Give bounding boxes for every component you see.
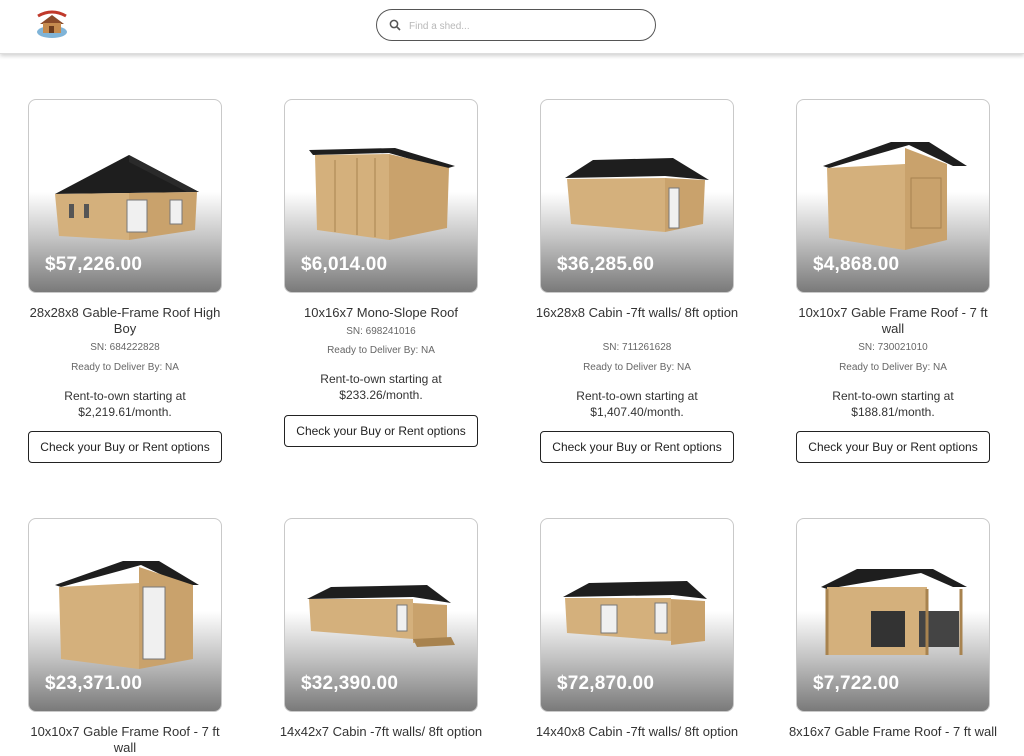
search-icon <box>389 19 401 31</box>
product-price: $6,014.00 <box>301 254 388 275</box>
product-title[interactable]: 10x10x7 Gable Frame Roof - 7 ft wall <box>788 305 998 337</box>
product-price: $72,870.00 <box>557 673 655 694</box>
buy-rent-options-button[interactable]: Check your Buy or Rent options <box>540 431 734 463</box>
product-image[interactable]: $72,870.00 <box>540 518 734 712</box>
product-price: $4,868.00 <box>813 254 900 275</box>
product-image[interactable]: $23,371.00 <box>28 518 222 712</box>
site-logo[interactable] <box>34 8 70 40</box>
product-image[interactable]: $4,868.00 <box>796 99 990 293</box>
header <box>0 0 1024 54</box>
product-price: $36,285.60 <box>557 254 655 275</box>
product-image[interactable]: $32,390.00 <box>284 518 478 712</box>
product-price: $23,371.00 <box>45 673 143 694</box>
product-price: $7,722.00 <box>813 673 900 694</box>
rent-to-own-text: Rent-to-own starting at $2,219.61/month. <box>64 389 186 419</box>
buy-rent-options-button[interactable]: Check your Buy or Rent options <box>28 431 222 463</box>
product-price: $57,226.00 <box>45 254 143 275</box>
product-image[interactable]: $36,285.60 <box>540 99 734 293</box>
buy-rent-options-button[interactable]: Check your Buy or Rent options <box>796 431 990 463</box>
product-title[interactable]: 10x10x7 Gable Frame Roof - 7 ft wall <box>20 724 230 756</box>
serial-number: SN: 698241016 <box>346 326 416 337</box>
product-title[interactable]: 14x42x7 Cabin -7ft walls/ 8ft option <box>276 724 486 740</box>
product-title[interactable]: 14x40x8 Cabin -7ft walls/ 8ft option <box>532 724 742 740</box>
delivery-status: Ready to Deliver By: NA <box>583 362 691 373</box>
product-grid: $57,226.00 28x28x8 Gable-Frame Roof High… <box>0 54 1024 755</box>
rent-to-own-text: Rent-to-own starting at $1,407.40/month. <box>576 389 698 419</box>
serial-number: SN: 730021010 <box>858 342 928 353</box>
delivery-status: Ready to Deliver By: NA <box>71 362 179 373</box>
product-image[interactable]: $57,226.00 <box>28 99 222 293</box>
buy-rent-options-button[interactable]: Check your Buy or Rent options <box>284 415 478 447</box>
product-title[interactable]: 28x28x8 Gable-Frame Roof High Boy <box>20 305 230 337</box>
delivery-status: Ready to Deliver By: NA <box>839 362 947 373</box>
delivery-status: Ready to Deliver By: NA <box>327 345 435 356</box>
rent-to-own-text: Rent-to-own starting at $188.81/month. <box>832 389 954 419</box>
product-image[interactable]: $6,014.00 <box>284 99 478 293</box>
serial-number: SN: 684222828 <box>90 342 160 353</box>
product-title[interactable]: 8x16x7 Gable Frame Roof - 7 ft wall <box>788 724 998 740</box>
product-price: $32,390.00 <box>301 673 399 694</box>
product-title[interactable]: 16x28x8 Cabin -7ft walls/ 8ft option <box>532 305 742 321</box>
product-image[interactable]: $7,722.00 <box>796 518 990 712</box>
product-title[interactable]: 10x16x7 Mono-Slope Roof <box>276 305 486 321</box>
search-input[interactable] <box>409 16 639 36</box>
serial-number: SN: 711261628 <box>602 342 672 353</box>
search-bar[interactable] <box>376 9 656 41</box>
rent-to-own-text: Rent-to-own starting at $233.26/month. <box>320 372 442 402</box>
